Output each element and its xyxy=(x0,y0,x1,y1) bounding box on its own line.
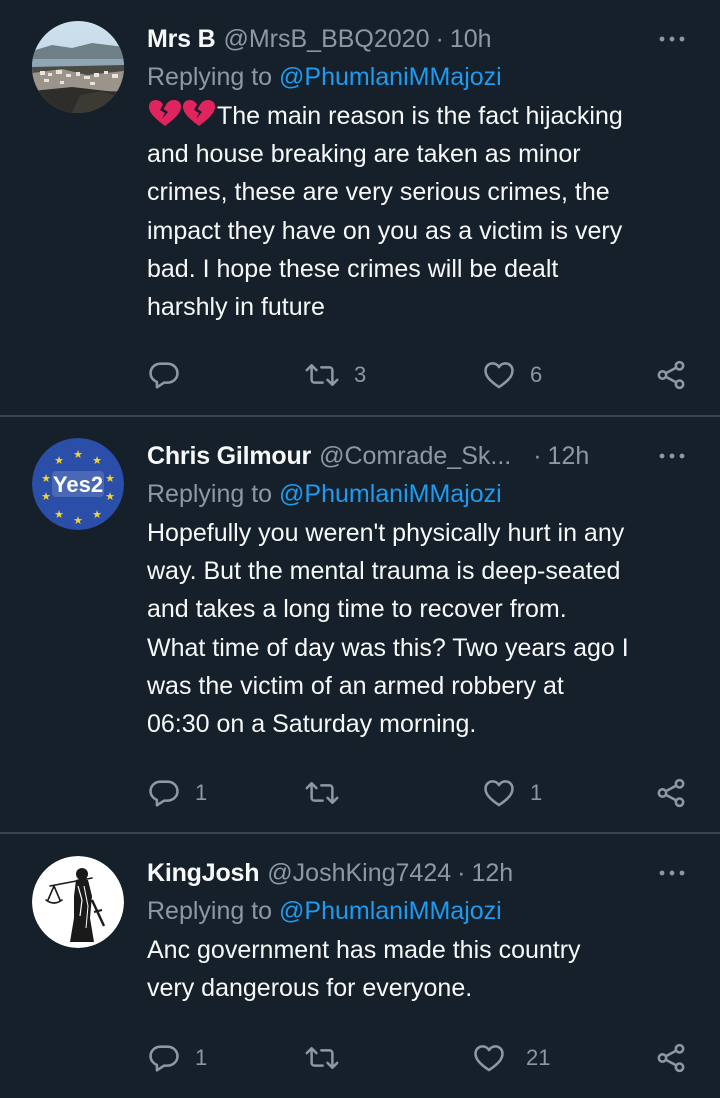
tweet[interactable]: Mrs B @MrsB_BBQ2020 · 10h Replying to @P… xyxy=(0,0,720,415)
svg-text:★: ★ xyxy=(105,490,115,503)
reply-icon xyxy=(149,1045,179,1072)
tweet[interactable]: KingJosh @JoshKing7424 · 12h Replying to… xyxy=(0,834,720,1098)
reply-count: 1 xyxy=(195,1045,208,1070)
retweet-count: 3 xyxy=(354,362,367,387)
mention-link[interactable]: @PhumlaniMMajozi xyxy=(279,63,502,91)
svg-text:★: ★ xyxy=(73,514,83,527)
svg-text:★: ★ xyxy=(41,490,51,503)
retweet-icon xyxy=(305,1047,339,1069)
heart-outline-icon xyxy=(474,1045,504,1072)
tweet-text-body: The main reason is the fact hijacking an… xyxy=(147,102,623,322)
timestamp[interactable]: 10h xyxy=(450,25,492,54)
retweet-button[interactable] xyxy=(304,1038,354,1078)
broken-heart-emoji xyxy=(183,100,215,126)
tweet-actions: 1 1 xyxy=(0,773,720,813)
separator-dot: · xyxy=(435,24,444,53)
tweet[interactable]: ★ ★ ★ ★ ★ ★ ★ ★ ★ ★ Yes2 Chris Gilmour @… xyxy=(0,417,720,832)
tweet-feed: Mrs B @MrsB_BBQ2020 · 10h Replying to @P… xyxy=(0,0,720,1098)
svg-text:★: ★ xyxy=(41,472,51,485)
svg-text:★: ★ xyxy=(92,508,102,521)
replying-to-line: Replying to @PhumlaniMMajozi xyxy=(147,892,692,931)
replying-to-label: Replying to xyxy=(147,897,273,925)
avatar-text: Yes2 xyxy=(53,472,103,497)
timestamp[interactable]: 12h xyxy=(548,442,590,471)
tweet-header: Chris Gilmour @Comrade_Sk... · 12h xyxy=(147,437,692,475)
user-handle[interactable]: @MrsB_BBQ2020 xyxy=(223,25,429,54)
share-button[interactable] xyxy=(654,773,688,813)
separator-dot: · xyxy=(457,858,466,887)
avatar[interactable]: ★ ★ ★ ★ ★ ★ ★ ★ ★ ★ Yes2 xyxy=(32,438,124,530)
replying-to-label: Replying to xyxy=(147,480,273,508)
replying-to-line: Replying to @PhumlaniMMajozi xyxy=(147,58,692,97)
like-button[interactable]: 1 xyxy=(482,773,542,813)
avatar-landscape-photo xyxy=(32,21,124,113)
avatar-yes2-badge: ★ ★ ★ ★ ★ ★ ★ ★ ★ ★ Yes2 xyxy=(32,438,124,530)
reply-icon xyxy=(149,362,179,389)
broken-heart-emoji xyxy=(147,98,215,128)
replying-to-line: Replying to @PhumlaniMMajozi xyxy=(147,475,692,514)
tweet-content: KingJosh @JoshKing7424 · 12h Replying to… xyxy=(147,854,692,1007)
tweet-text: The main reason is the fact hijacking an… xyxy=(147,97,692,326)
like-button[interactable]: 21 xyxy=(472,1038,550,1078)
avatar[interactable] xyxy=(32,21,124,113)
display-name[interactable]: KingJosh xyxy=(147,859,259,888)
reply-count: 1 xyxy=(195,780,208,805)
tweet-text: Hopefully you weren't physically hurt in… xyxy=(147,519,629,739)
tweet-content: Mrs B @MrsB_BBQ2020 · 10h Replying to @P… xyxy=(147,20,692,326)
tweet-header: Mrs B @MrsB_BBQ2020 · 10h xyxy=(147,20,692,58)
reply-icon xyxy=(149,780,179,807)
more-dots-icon[interactable] xyxy=(652,858,692,888)
share-button[interactable] xyxy=(654,355,688,395)
heart-outline-icon xyxy=(484,780,514,807)
retweet-icon xyxy=(305,364,339,386)
svg-text:★: ★ xyxy=(92,454,102,467)
tweet-text: Anc government has made this country ver… xyxy=(147,936,581,1003)
mention-link[interactable]: @PhumlaniMMajozi xyxy=(279,897,502,925)
share-icon xyxy=(657,360,685,390)
reply-button[interactable]: 1 xyxy=(147,773,207,813)
share-button[interactable] xyxy=(654,1038,688,1078)
like-count: 1 xyxy=(530,780,543,805)
retweet-icon xyxy=(305,782,339,804)
tweet-actions: 1 21 xyxy=(0,1038,720,1078)
tweet-actions: 3 6 xyxy=(0,355,720,395)
retweet-button[interactable]: 3 xyxy=(304,355,366,395)
share-icon xyxy=(657,778,685,808)
svg-text:★: ★ xyxy=(105,472,115,485)
timestamp[interactable]: 12h xyxy=(471,859,513,888)
heart-outline-icon xyxy=(484,362,514,389)
like-button[interactable]: 6 xyxy=(482,355,542,395)
svg-text:★: ★ xyxy=(54,454,64,467)
tweet-content: Chris Gilmour @Comrade_Sk... · 12h Reply… xyxy=(147,437,692,743)
broken-heart-emoji xyxy=(149,100,181,126)
reply-button[interactable] xyxy=(147,355,195,395)
avatar-lady-justice xyxy=(32,856,124,948)
display-name[interactable]: Mrs B xyxy=(147,25,216,54)
svg-text:★: ★ xyxy=(54,508,64,521)
share-icon xyxy=(657,1043,685,1073)
like-count: 6 xyxy=(530,362,543,387)
retweet-button[interactable] xyxy=(304,773,354,813)
like-count: 21 xyxy=(526,1045,551,1070)
tweet-header: KingJosh @JoshKing7424 · 12h xyxy=(147,854,692,892)
svg-text:★: ★ xyxy=(73,448,83,461)
user-handle[interactable]: @JoshKing7424 xyxy=(267,859,451,888)
replying-to-label: Replying to xyxy=(147,63,273,91)
more-dots-icon[interactable] xyxy=(652,441,692,471)
avatar[interactable] xyxy=(32,856,124,948)
more-dots-icon[interactable] xyxy=(652,24,692,54)
user-handle[interactable]: @Comrade_Sk... xyxy=(319,442,511,471)
separator-dot: · xyxy=(533,441,542,470)
display-name[interactable]: Chris Gilmour xyxy=(147,442,311,471)
reply-button[interactable]: 1 xyxy=(147,1038,207,1078)
mention-link[interactable]: @PhumlaniMMajozi xyxy=(279,480,502,508)
